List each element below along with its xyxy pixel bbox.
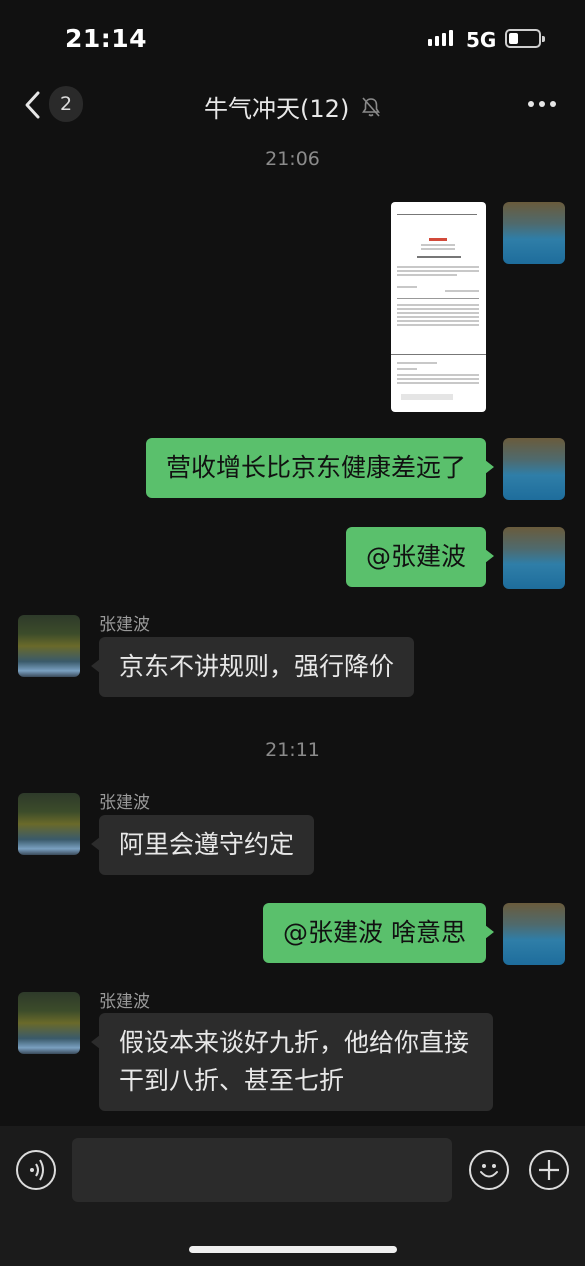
incoming-message[interactable]: 阿里会遵守约定 — [90, 815, 315, 875]
my-avatar[interactable] — [503, 202, 565, 264]
my-avatar[interactable] — [503, 903, 565, 965]
my-avatar[interactable] — [503, 527, 565, 589]
sender-name: 张建波 — [99, 615, 150, 635]
home-indicator — [189, 1246, 397, 1253]
outgoing-message[interactable]: @张建波 — [345, 527, 495, 587]
nav-bar: 2 牛气冲天(12) — [0, 80, 585, 130]
sender-avatar[interactable] — [18, 615, 80, 677]
more-actions-button[interactable] — [529, 1150, 569, 1190]
outgoing-message[interactable]: @张建波 啥意思 — [263, 903, 494, 963]
plus-icon — [539, 1160, 559, 1180]
sender-avatar[interactable] — [18, 793, 80, 855]
voice-input-button[interactable] — [16, 1150, 56, 1190]
timestamp: 21:06 — [265, 148, 320, 170]
sender-name: 张建波 — [99, 793, 150, 813]
status-time: 21:14 — [65, 24, 148, 53]
status-bar: 21:14 5G — [0, 0, 585, 80]
outgoing-message[interactable]: 营收增长比京东健康差远了 — [145, 438, 495, 498]
sender-name: 张建波 — [99, 992, 150, 1012]
signal-icon — [428, 30, 456, 46]
incoming-message[interactable]: 假设本来谈好九折，他给你直接干到八折、甚至七折 — [91, 1013, 493, 1111]
chat-title: 牛气冲天(12) — [204, 95, 350, 123]
input-bar — [0, 1126, 585, 1266]
image-message-thumbnail[interactable] — [391, 202, 486, 412]
smiley-icon — [480, 1164, 498, 1178]
emoji-button[interactable] — [469, 1150, 509, 1190]
network-label: 5G — [466, 28, 497, 52]
more-dots-icon — [528, 101, 556, 107]
battery-icon — [505, 29, 545, 48]
my-avatar[interactable] — [503, 438, 565, 500]
sender-avatar[interactable] — [18, 992, 80, 1054]
message-input[interactable] — [72, 1138, 452, 1202]
timestamp: 21:11 — [265, 739, 320, 761]
more-options-button[interactable] — [522, 92, 562, 116]
incoming-message[interactable]: 京东不讲规则，强行降价 — [90, 637, 415, 697]
chat-title-wrap: 牛气冲天(12) — [0, 89, 585, 124]
mute-bell-icon — [361, 96, 381, 124]
voice-icon — [30, 1159, 44, 1181]
